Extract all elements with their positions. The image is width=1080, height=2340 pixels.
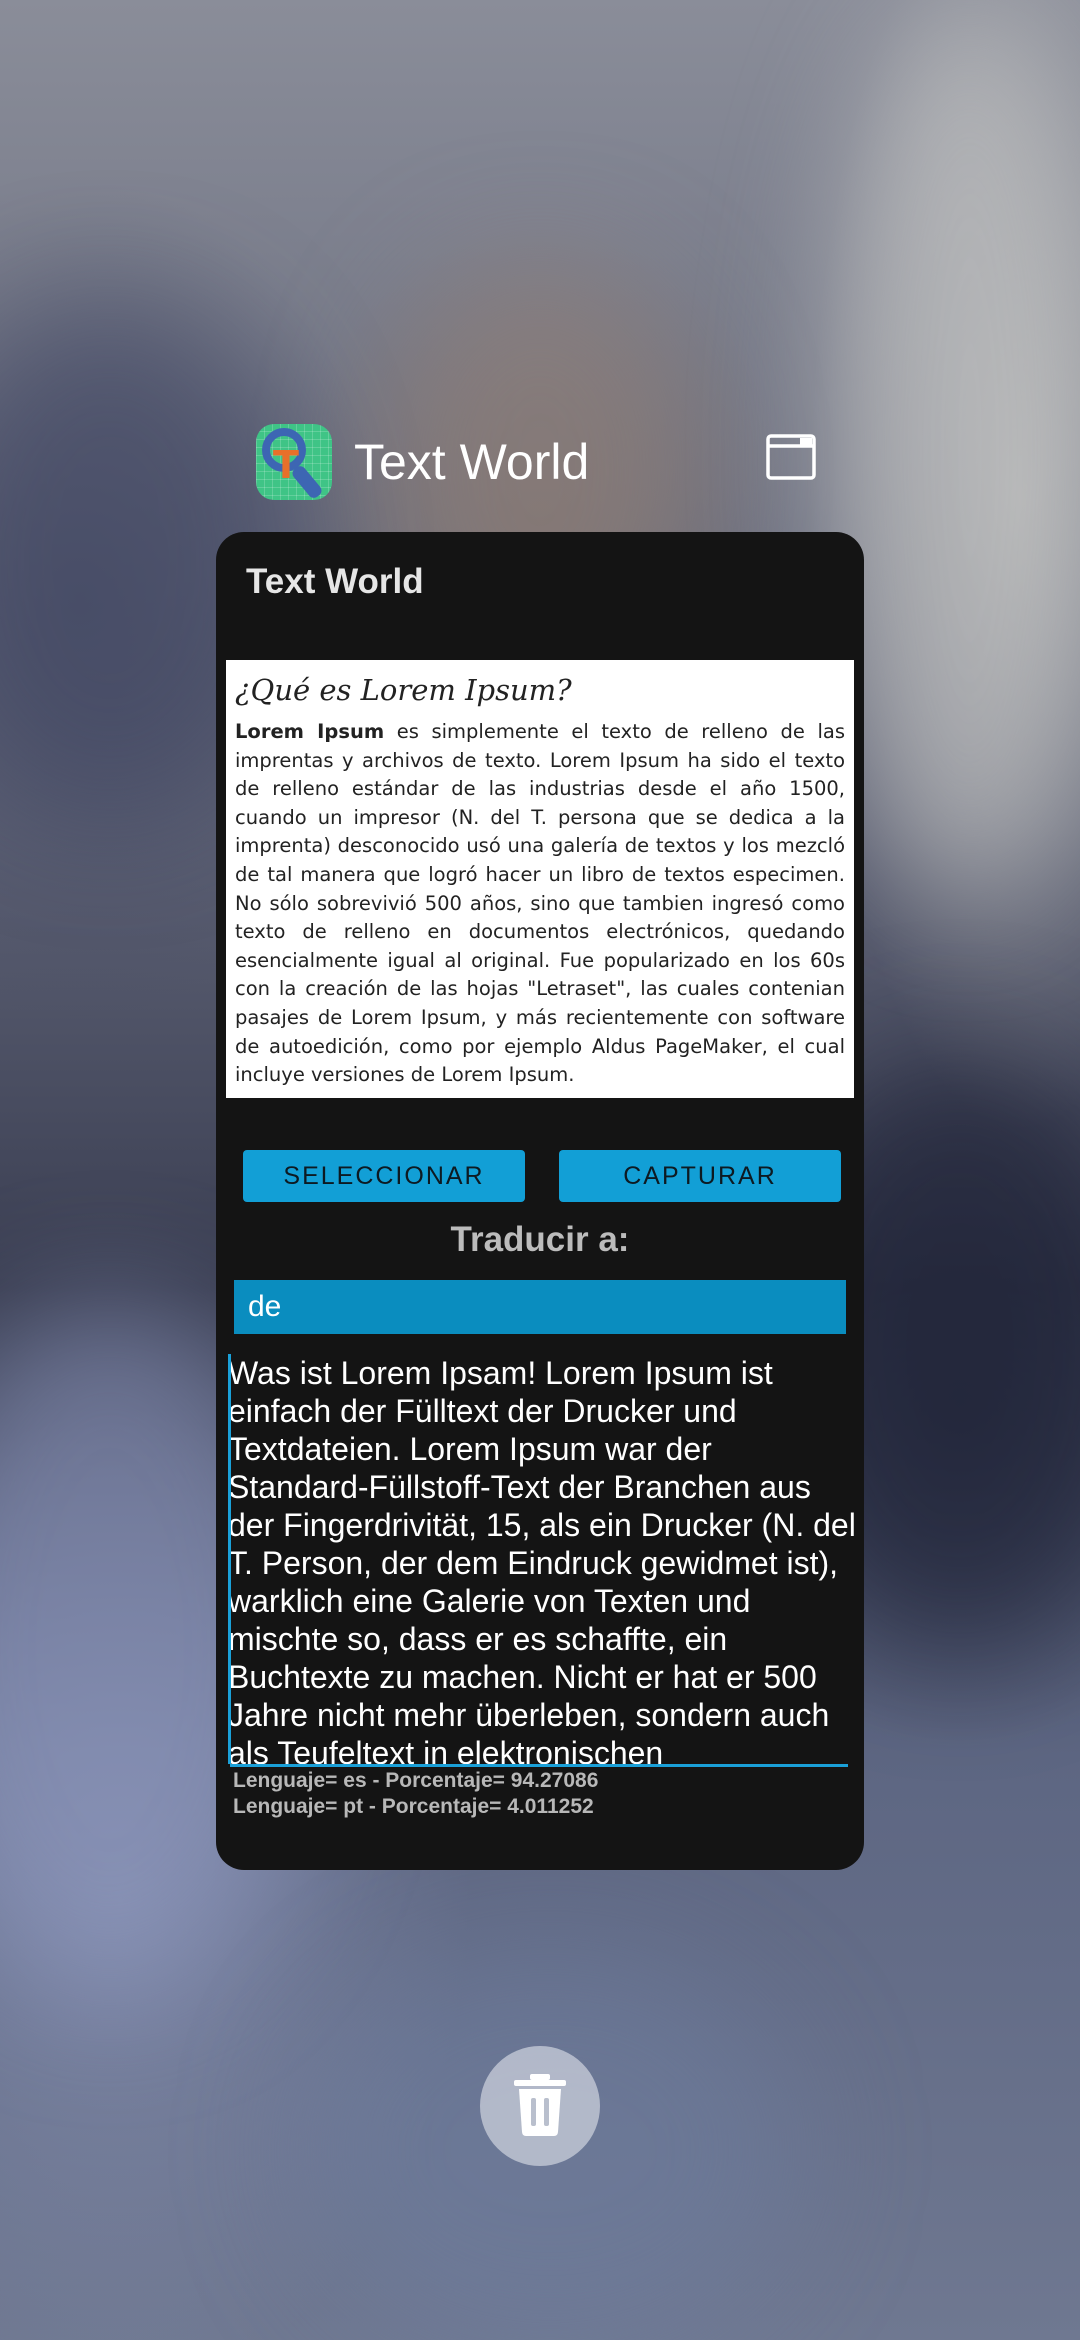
clear-all-button[interactable] (480, 2046, 600, 2166)
target-language-select[interactable]: de (234, 1280, 846, 1334)
select-button[interactable]: SELECCIONAR (243, 1150, 525, 1202)
detected-languages: Lenguaje= es - Porcentaje= 94.27086 Leng… (233, 1768, 843, 1820)
translated-text-field[interactable]: Was ist Lorem Ipsam! Lorem Ipsum ist ein… (228, 1354, 858, 1764)
recents-app-name: Text World (354, 434, 590, 490)
source-image: ¿Qué es Lorem Ipsum? Lorem Ipsum es simp… (226, 660, 854, 1098)
recents-app-header: T Text World (256, 424, 826, 500)
source-bold-lead: Lorem Ipsum (235, 720, 385, 743)
app-icon[interactable]: T (256, 424, 332, 500)
translated-text: Was ist Lorem Ipsam! Lorem Ipsum ist ein… (228, 1355, 856, 1764)
app-preview-card[interactable]: Text World ¿Qué es Lorem Ipsum? Lorem Ip… (216, 532, 864, 1870)
source-heading: ¿Qué es Lorem Ipsum? (235, 673, 572, 707)
source-body-text: es simplemente el texto de relleno de la… (235, 720, 846, 1087)
capture-button[interactable]: CAPTURAR (559, 1150, 841, 1202)
window-icon[interactable] (766, 434, 816, 480)
trash-icon (514, 2074, 566, 2136)
detected-language-line: Lenguaje= pt - Porcentaje= 4.011252 (233, 1795, 594, 1818)
detected-language-line: Lenguaje= es - Porcentaje= 94.27086 (233, 1769, 599, 1792)
translate-to-label: Traducir a: (450, 1220, 630, 1259)
source-paragraph: Lorem Ipsum es simplemente el texto de r… (235, 718, 845, 1090)
text-field-underline (230, 1764, 848, 1767)
app-bar-title: Text World (246, 562, 424, 601)
app-icon-letter: T (273, 443, 299, 487)
